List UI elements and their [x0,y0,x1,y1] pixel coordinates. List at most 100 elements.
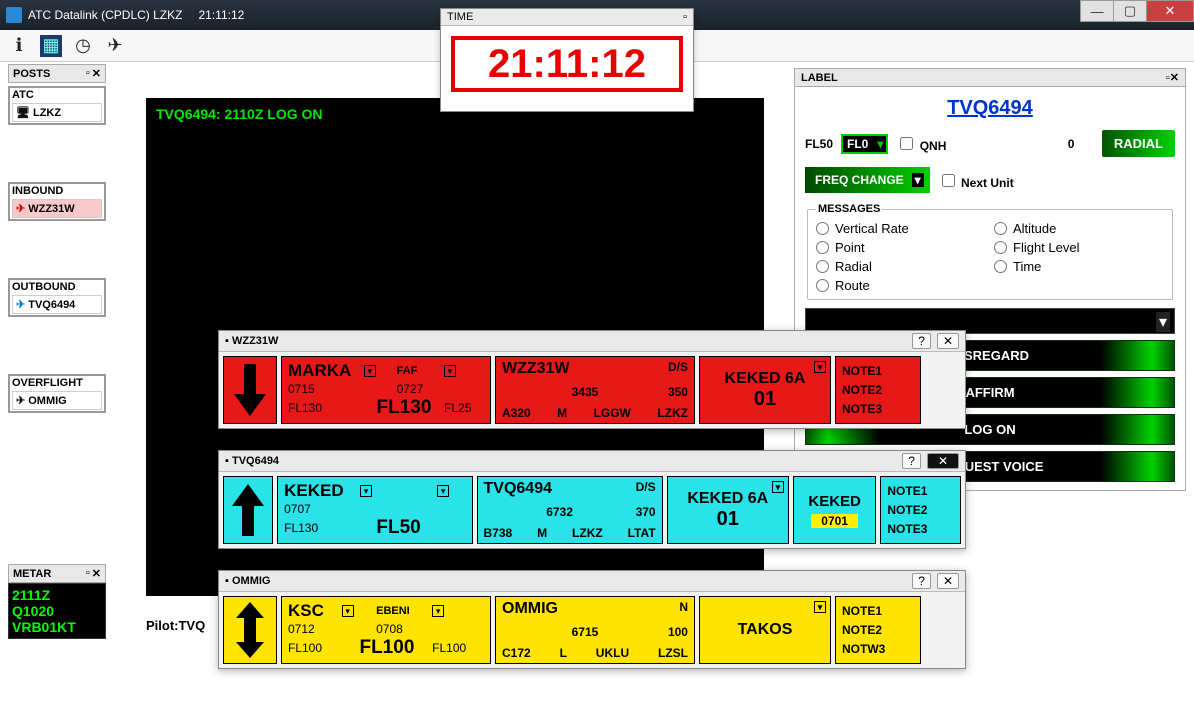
plane-icon: ✈ [16,394,25,407]
strip-fix-cell[interactable]: MARKA▾FAF▾ 07150727 FL130FL130FL25 [281,356,491,424]
next-unit-checkbox[interactable]: Next Unit [938,171,1014,190]
label-panel-controls[interactable]: ▫✕ [1166,71,1179,84]
messages-title: MESSAGES [816,203,882,215]
dropdown-icon[interactable]: ▾ [364,365,376,377]
strip-notes-cell[interactable]: NOTE1NOTE2NOTE3 [880,476,961,544]
dropdown-icon[interactable]: ▾ [437,485,449,497]
flight-strip[interactable]: ▪ OMMIG ?✕ KSC▾EBENI▾ 07120708 FL100FL10… [218,570,966,669]
strip-proc-cell[interactable]: KEKED 6A01 ▾ [667,476,789,544]
close-button[interactable]: ✕ [1146,0,1194,22]
strip-direction-arrow [223,596,277,664]
strip-proc-cell[interactable]: KEKED 6A01 ▾ [699,356,831,424]
maximize-button[interactable]: ▢ [1113,0,1147,22]
inbound-item[interactable]: ✈WZZ31W [12,199,102,218]
strip-notes-cell[interactable]: NOTE1NOTE2NOTW3 [835,596,921,664]
atc-section: ATC 🖥LZKZ [8,86,106,125]
callsign-link[interactable]: TVQ6494 [805,95,1175,130]
posts-header-controls[interactable]: ▫✕ [86,67,101,80]
radar-icon[interactable]: ▦ [40,35,62,57]
overflight-item-label: OMMIG [28,395,67,407]
plane-icon: ✈ [16,202,25,215]
time-popup-title: TIME [447,11,473,23]
flight-strip[interactable]: ▪ WZZ31W ?✕ MARKA▾FAF▾ 07150727 FL130FL1… [218,330,966,429]
app-icon [6,7,22,23]
dropdown-icon[interactable]: ▾ [342,605,354,617]
msg-point[interactable]: Point [816,240,986,255]
strip-icon: ▪ [225,455,229,467]
outbound-item[interactable]: ✈TVQ6494 [12,295,102,314]
window-controls: — ▢ ✕ [1081,0,1194,22]
msg-flight-level[interactable]: Flight Level [994,240,1164,255]
strip-help-button[interactable]: ? [912,573,931,589]
atc-section-label: ATC [12,89,34,101]
posts-header[interactable]: POSTS ▫✕ [8,64,106,83]
strip-help-button[interactable]: ? [902,453,921,469]
window-title: ATC Datalink (CPDLC) LZKZ [28,8,182,22]
time-popup-value: 21:11:12 [488,42,646,86]
inbound-section: INBOUND ✈WZZ31W [8,182,106,221]
dropdown-icon[interactable]: ▾ [814,361,826,373]
strip-copn-cell[interactable]: KEKED0701 [793,476,876,544]
atc-post-label: LZKZ [33,107,61,119]
outbound-item-label: TVQ6494 [28,299,75,311]
plane-icon: ✈ [16,298,25,311]
msg-time[interactable]: Time [994,259,1164,274]
overflight-item[interactable]: ✈OMMIG [12,391,102,410]
fl-select[interactable]: FL0 [841,134,888,154]
plane-icon[interactable]: ✈ [104,35,126,57]
time-popup[interactable]: TIME ▫ 21:11:12 [440,8,694,112]
clock-icon[interactable]: ◷ [72,35,94,57]
metar-header[interactable]: METAR ▫✕ [8,564,106,583]
atc-post-item[interactable]: 🖥LZKZ [12,103,102,122]
minimize-button[interactable]: — [1080,0,1114,22]
strip-header[interactable]: ▪ TVQ6494 ?✕ [219,451,965,472]
strip-direction-arrow [223,356,277,424]
msg-altitude[interactable]: Altitude [994,221,1164,236]
strip-notes-cell[interactable]: NOTE1NOTE2NOTE3 [835,356,921,424]
dropdown-icon[interactable]: ▾ [814,601,826,613]
metar-line: VRB01KT [12,619,102,635]
time-popup-pin-icon[interactable]: ▫ [683,11,687,23]
msg-radial[interactable]: Radial [816,259,986,274]
metar-line: 2111Z [12,587,102,603]
overflight-section-label: OVERFLIGHT [12,377,83,389]
freq-change-select[interactable]: FREQ CHANGE [805,167,930,193]
strip-close-button[interactable]: ✕ [937,333,959,349]
posts-header-label: POSTS [13,68,50,80]
qnh-value: 0 [954,137,1074,151]
label-panel-title: LABEL [801,72,838,84]
strip-callsign-cell[interactable]: TVQ6494D/S 6732370 B738MLZKZLTAT [477,476,663,544]
strip-fix-cell[interactable]: KSC▾EBENI▾ 07120708 FL100FL100FL100 [281,596,491,664]
time-popup-header[interactable]: TIME ▫ [441,9,693,26]
strip-fix-cell[interactable]: KEKED▾▾ 0707 FL130FL50 [277,476,472,544]
strip-close-button[interactable]: ✕ [937,573,959,589]
dropdown-icon[interactable]: ▾ [432,605,444,617]
msg-vertical-rate[interactable]: Vertical Rate [816,221,986,236]
inbound-item-label: WZZ31W [28,203,74,215]
outbound-section-label: OUTBOUND [12,281,76,293]
strip-direction-arrow [223,476,273,544]
strip-header[interactable]: ▪ OMMIG ?✕ [219,571,965,592]
qnh-checkbox[interactable]: QNH [896,134,946,153]
fl-label: FL50 [805,137,833,151]
label-panel-header[interactable]: LABEL ▫✕ [794,68,1186,87]
metar-header-controls[interactable]: ▫✕ [86,567,101,580]
strip-help-button[interactable]: ? [912,333,931,349]
strip-close-button[interactable]: ✕ [927,453,959,469]
info-icon[interactable]: ℹ [8,35,30,57]
dropdown-icon[interactable]: ▾ [772,481,784,493]
radial-button[interactable]: RADIAL [1102,130,1175,157]
station-icon: 🖥 [16,106,30,119]
metar-body: 2111Z Q1020 VRB01KT [8,583,106,639]
pilot-input-line[interactable]: Pilot:TVQ [146,618,205,633]
msg-route[interactable]: Route [816,278,986,293]
strip-callsign-cell[interactable]: OMMIGN 6715100 C172LUKLULZSL [495,596,695,664]
strip-icon: ▪ [225,575,229,587]
strip-callsign-cell[interactable]: WZZ31WD/S 3435350 A320MLGGWLZKZ [495,356,695,424]
strip-header[interactable]: ▪ WZZ31W ?✕ [219,331,965,352]
strip-proc-cell[interactable]: TAKOS ▾ [699,596,831,664]
dropdown-icon[interactable]: ▾ [444,365,456,377]
dropdown-icon[interactable]: ▾ [360,485,372,497]
flight-strip[interactable]: ▪ TVQ6494 ?✕ KEKED▾▾ 0707 FL130FL50 TVQ6… [218,450,966,549]
window-clock: 21:11:12 [198,8,244,22]
